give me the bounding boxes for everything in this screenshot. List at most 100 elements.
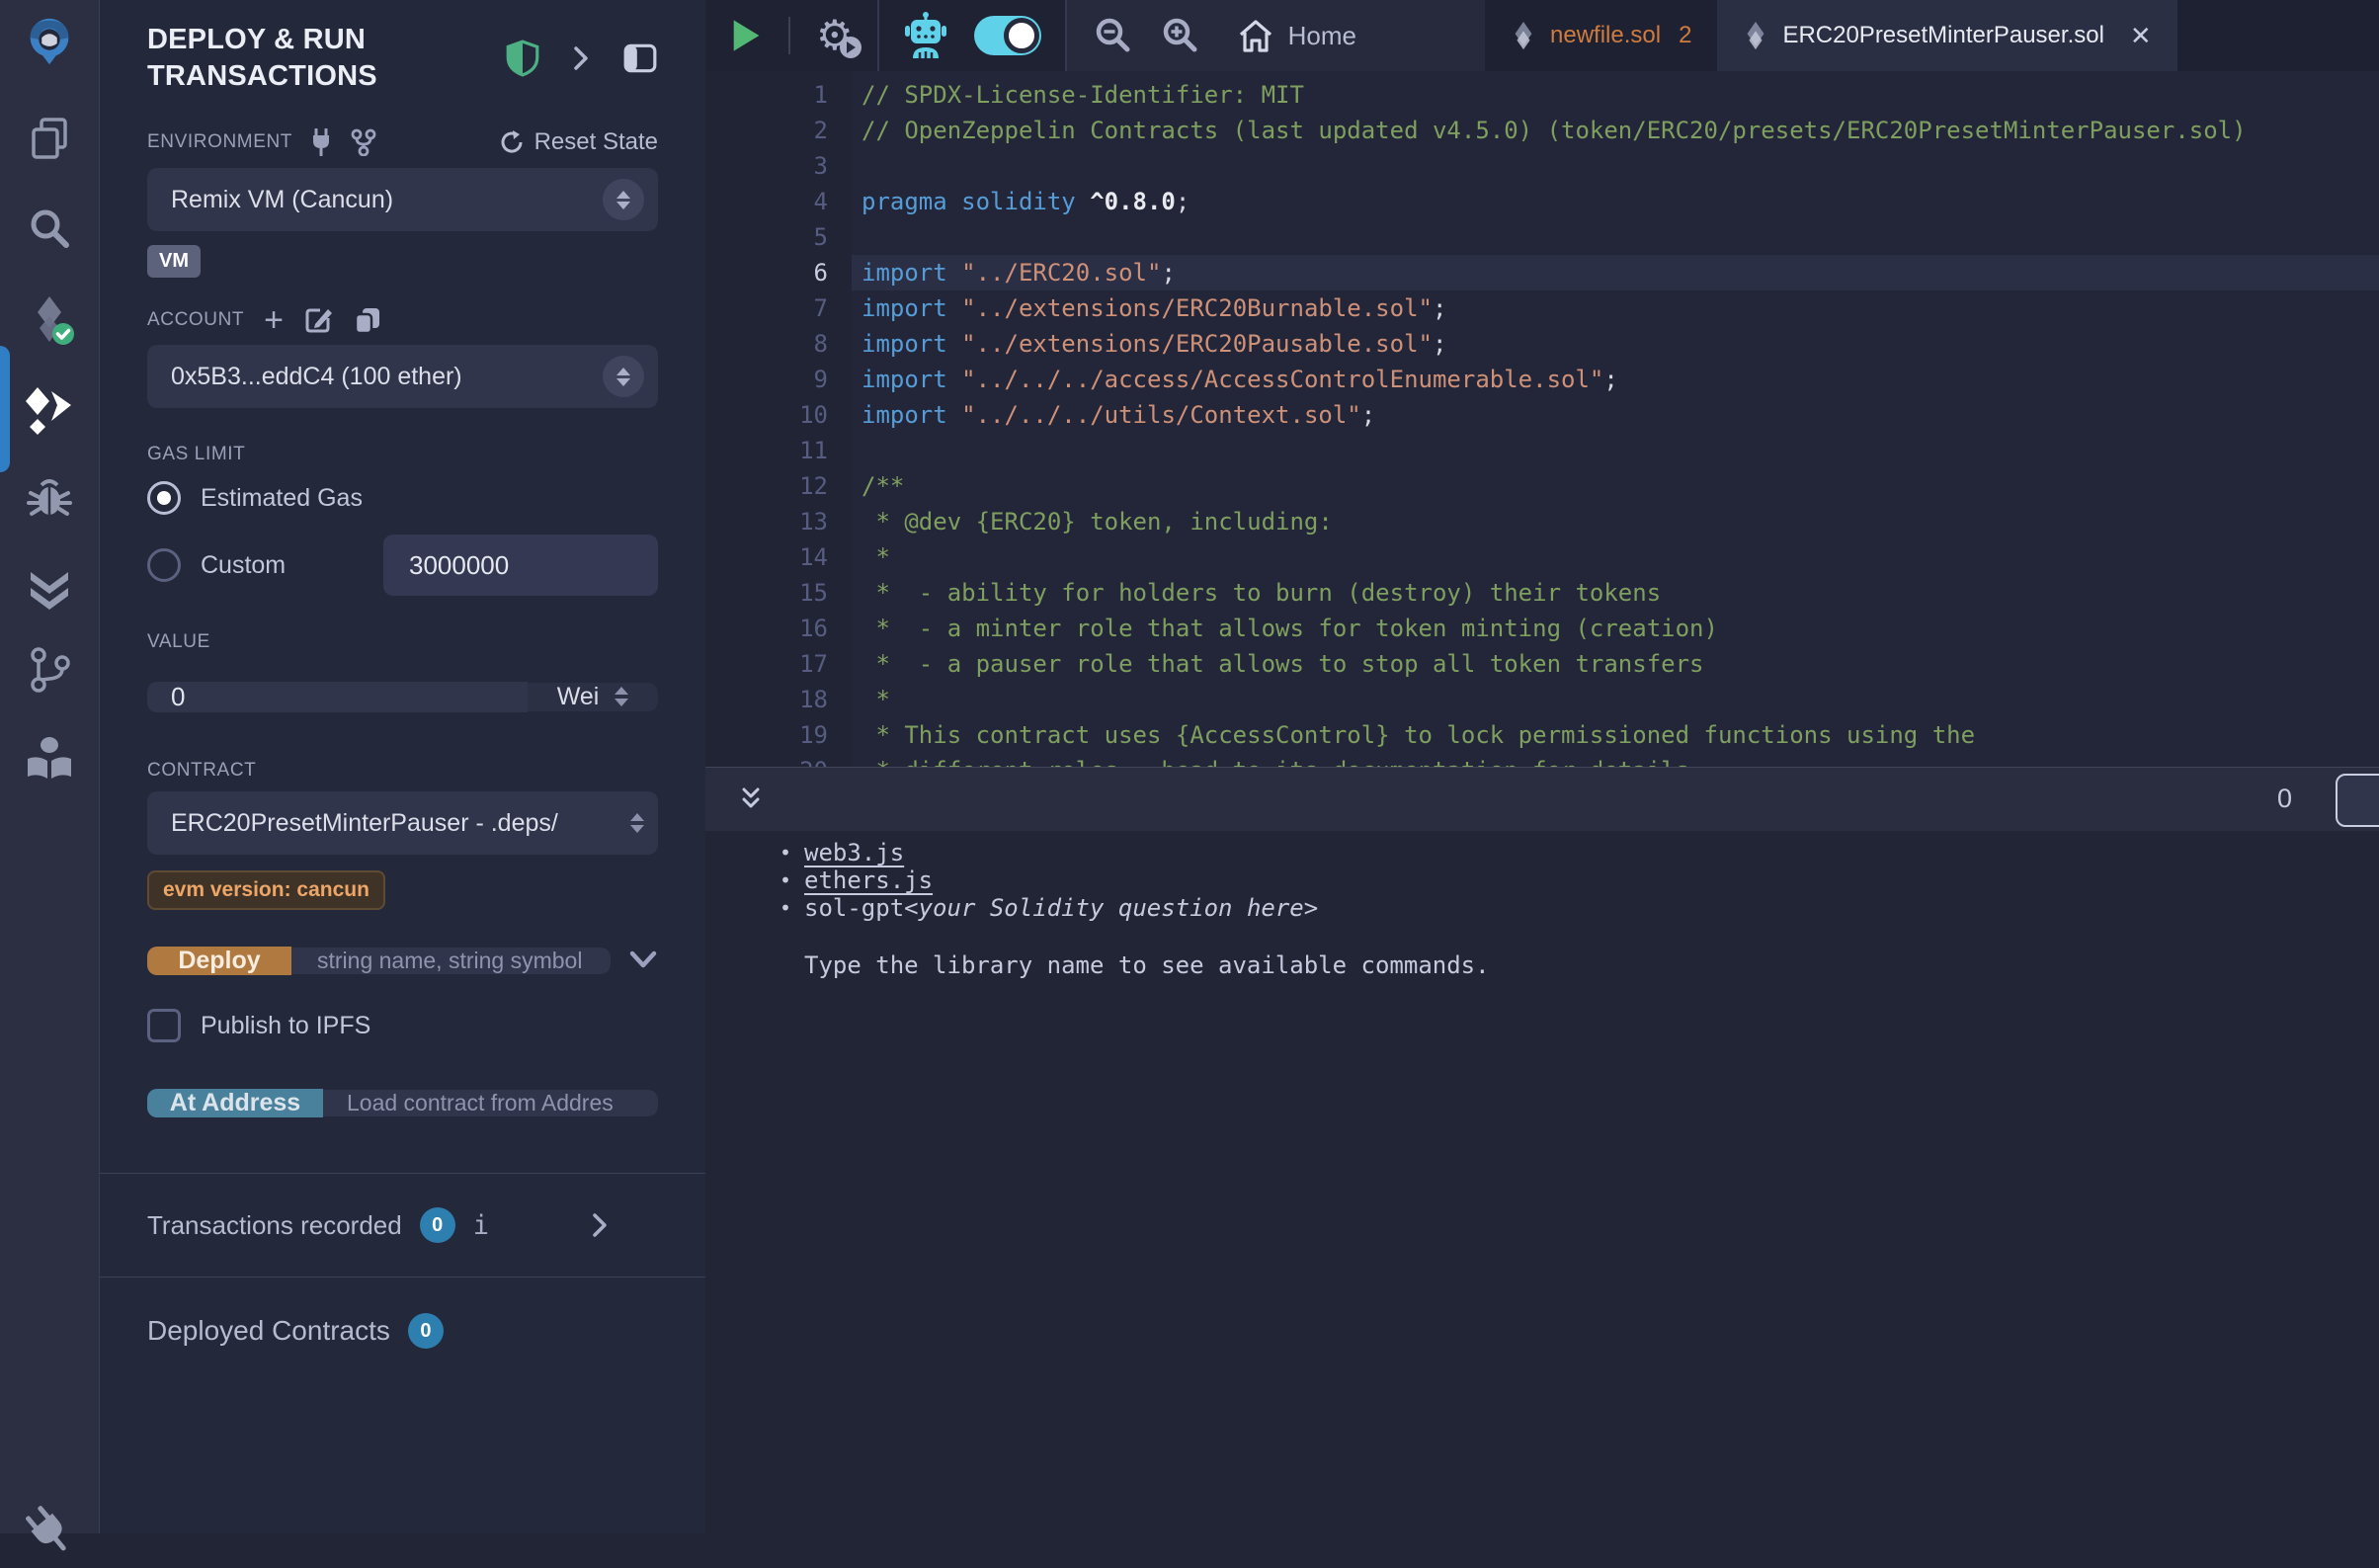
ai-copilot-toggle[interactable] <box>974 16 1041 55</box>
code-line[interactable]: 6import "../ERC20.sol"; <box>705 255 2379 290</box>
sidebar-item-solidity-compiler[interactable] <box>0 292 99 348</box>
panel-title: DEPLOY & RUN TRANSACTIONS <box>147 22 444 95</box>
value-input[interactable]: 0 <box>147 682 528 712</box>
zoom-out-icon[interactable] <box>1093 16 1132 55</box>
code-line[interactable]: 9import "../../../access/AccessControlEn… <box>705 362 2379 397</box>
expand-transactions-chevron[interactable] <box>589 1210 611 1240</box>
constructor-args-placeholder: string name, string symbol <box>317 948 582 974</box>
constructor-args-input[interactable]: string name, string symbol <box>291 948 611 974</box>
home-label: Home <box>1288 21 1356 51</box>
code-line[interactable]: 20 * different roles - head to its docum… <box>705 753 2379 767</box>
environment-label: ENVIRONMENT <box>147 131 292 153</box>
sign-message-icon[interactable] <box>303 305 333 335</box>
sidebar-item-file-explorer[interactable] <box>0 111 99 166</box>
code-line[interactable]: 4pragma solidity ^0.8.0; <box>705 184 2379 219</box>
code-line[interactable]: 11 <box>705 433 2379 468</box>
transactions-recorded-section[interactable]: Transactions recorded 0 i <box>147 1174 658 1277</box>
line-number: 18 <box>705 682 852 717</box>
gas-limit-label: GAS LIMIT <box>147 444 658 465</box>
sidebar-item-deploy-and-run[interactable] <box>0 381 99 437</box>
terminal-library-link[interactable]: web3.js <box>804 839 904 867</box>
contract-stepper-icon <box>630 813 644 833</box>
home-tab-button[interactable]: Home <box>1227 18 1366 53</box>
sol-gpt-label: sol-gpt <box>804 894 904 922</box>
expand-terminal-chevrons-icon[interactable] <box>735 784 767 815</box>
value-unit-select[interactable]: Wei <box>528 683 658 711</box>
sidebar-item-unit-testing[interactable] <box>0 559 99 615</box>
code-line[interactable]: 7import "../extensions/ERC20Burnable.sol… <box>705 290 2379 326</box>
code-line[interactable]: 16 * - a minter role that allows for tok… <box>705 611 2379 646</box>
code-line[interactable]: 8import "../extensions/ERC20Pausable.sol… <box>705 326 2379 362</box>
plug-icon[interactable] <box>308 128 334 156</box>
line-number: 12 <box>705 468 852 504</box>
account-label: ACCOUNT <box>147 309 244 331</box>
custom-gas-value: 3000000 <box>409 550 509 581</box>
environment-select[interactable]: Remix VM (Cancun) <box>147 168 658 231</box>
custom-gas-radio[interactable] <box>147 548 181 582</box>
reset-state-button[interactable]: Reset State <box>499 128 658 156</box>
pin-panel-icon[interactable] <box>622 41 658 75</box>
tab-newfile-sol[interactable]: newfile.sol 2 <box>1485 0 1717 71</box>
evm-version-badge: evm version: cancun <box>147 870 385 910</box>
publish-to-ipfs-checkbox[interactable] <box>147 1009 181 1042</box>
plug-icon <box>13 1495 85 1567</box>
account-select[interactable]: 0x5B3...eddC4 (100 ether) <box>147 345 658 408</box>
fork-environment-icon[interactable] <box>350 128 377 156</box>
expand-panel-chevron-icon[interactable] <box>569 42 593 74</box>
line-content: import "../../../access/AccessControlEnu… <box>852 362 2379 397</box>
expand-constructor-args-button[interactable] <box>611 949 658 971</box>
plugin-icon-sidebar <box>0 0 100 1533</box>
contract-label: CONTRACT <box>147 760 658 782</box>
at-address-placeholder: Load contract from Addres <box>347 1090 614 1116</box>
estimated-gas-radio[interactable] <box>147 481 181 515</box>
sidebar-item-debugger[interactable] <box>0 470 99 526</box>
script-config-gear-button[interactable]: ⚙ <box>816 15 854 56</box>
run-script-play-button[interactable] <box>729 17 763 54</box>
code-line[interactable]: 10import "../../../utils/Context.sol"; <box>705 397 2379 433</box>
account-value: 0x5B3...eddC4 (100 ether) <box>171 363 603 391</box>
sidebar-item-plugin-manager[interactable] <box>0 1506 99 1557</box>
terminal-search-box[interactable] <box>2336 774 2379 827</box>
code-line[interactable]: 2// OpenZeppelin Contracts (last updated… <box>705 113 2379 148</box>
sidebar-item-home[interactable] <box>0 0 99 83</box>
terminal-library-item: •web3.js <box>767 839 2379 867</box>
code-editor[interactable]: 1// SPDX-License-Identifier: MIT2// Open… <box>705 71 2379 767</box>
info-icon[interactable]: i <box>473 1210 489 1241</box>
at-address-button[interactable]: At Address <box>147 1089 323 1117</box>
line-number: 8 <box>705 326 852 362</box>
close-tab-icon[interactable]: ✕ <box>2130 21 2152 51</box>
code-line[interactable]: 19 * This contract uses {AccessControl} … <box>705 717 2379 753</box>
sidebar-item-learneth[interactable] <box>0 731 99 786</box>
code-line[interactable]: 14 * <box>705 539 2379 575</box>
terminal-library-item: •ethers.js <box>767 867 2379 894</box>
reset-state-label: Reset State <box>534 128 658 156</box>
deploy-button[interactable]: Deploy <box>147 947 291 975</box>
zoom-in-icon[interactable] <box>1160 16 1199 55</box>
code-line[interactable]: 12/** <box>705 468 2379 504</box>
line-content: * This contract uses {AccessControl} to … <box>852 717 2379 753</box>
contract-select[interactable]: ERC20PresetMinterPauser - .deps/ <box>147 791 658 855</box>
unit-testing-icon <box>25 562 74 612</box>
code-line[interactable]: 15 * - ability for holders to burn (dest… <box>705 575 2379 611</box>
code-line[interactable]: 3 <box>705 148 2379 184</box>
line-content: // SPDX-License-Identifier: MIT <box>852 77 2379 113</box>
custom-gas-input[interactable]: 3000000 <box>383 535 658 596</box>
add-account-button[interactable]: + <box>264 310 284 330</box>
code-line[interactable]: 17 * - a pauser role that allows to stop… <box>705 646 2379 682</box>
line-content: * - a minter role that allows for token … <box>852 611 2379 646</box>
line-content: pragma solidity ^0.8.0; <box>852 184 2379 219</box>
code-line[interactable]: 13 * @dev {ERC20} token, including: <box>705 504 2379 539</box>
sidebar-item-search[interactable] <box>0 202 99 257</box>
code-line[interactable]: 18 * <box>705 682 2379 717</box>
at-address-button-label: At Address <box>170 1089 300 1117</box>
code-line[interactable]: 5 <box>705 219 2379 255</box>
terminal-output[interactable]: •web3.js•ethers.js•sol-gpt <your Solidit… <box>705 831 2379 1534</box>
at-address-input[interactable]: Load contract from Addres <box>323 1090 658 1116</box>
line-content: * different roles - head to its document… <box>852 753 2379 767</box>
copy-address-icon[interactable] <box>353 305 382 335</box>
sidebar-item-git[interactable] <box>0 642 99 698</box>
tab-erc20presetminterpauser-sol[interactable]: ERC20PresetMinterPauser.sol ✕ <box>1717 0 2176 71</box>
terminal-library-link[interactable]: ethers.js <box>804 867 933 894</box>
code-line[interactable]: 1// SPDX-License-Identifier: MIT <box>705 77 2379 113</box>
search-icon <box>26 206 73 253</box>
